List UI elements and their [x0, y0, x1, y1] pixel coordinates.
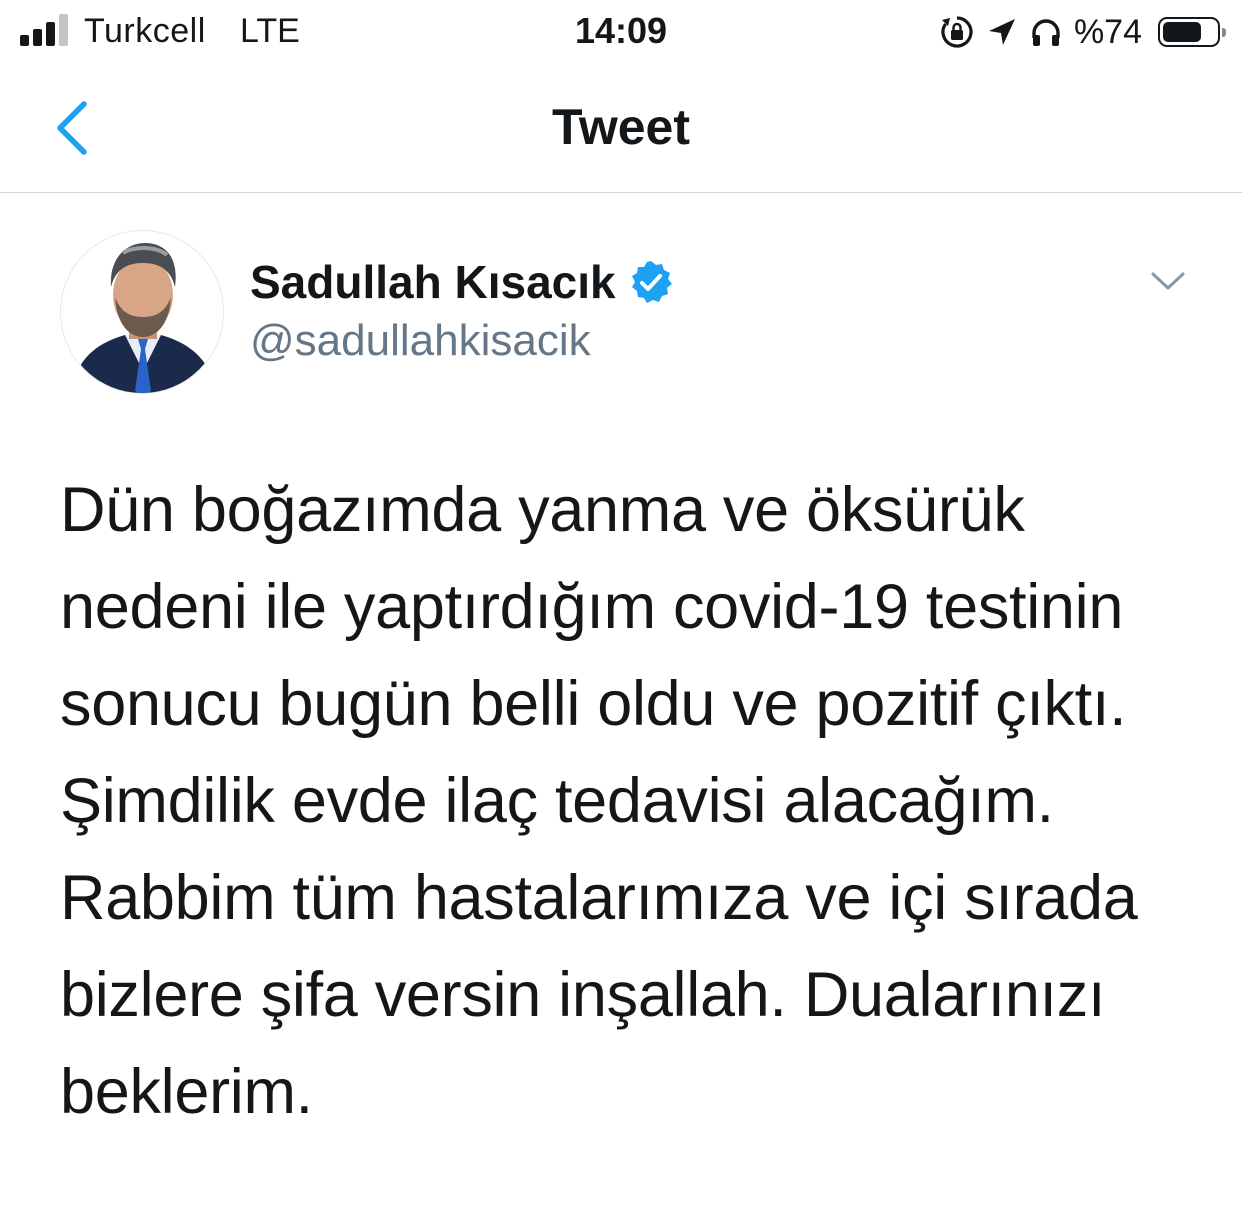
- avatar[interactable]: [60, 230, 224, 394]
- navigation-bar: Tweet: [0, 64, 1242, 193]
- tweet-text-line: Dün boğazımda yanma ve öksürük: [60, 475, 1025, 545]
- profile-photo: [61, 231, 223, 393]
- author-display-name[interactable]: Sadullah Kısacık: [250, 255, 616, 309]
- author-handle[interactable]: @sadullahkisacik: [250, 316, 591, 366]
- screen-rotation-lock-icon: [941, 16, 973, 48]
- author-name-row[interactable]: Sadullah Kısacık: [250, 254, 674, 310]
- tweet-text-line: beklerim.: [60, 1057, 313, 1127]
- more-options-button[interactable]: [1148, 266, 1188, 296]
- status-bar: Turkcell LTE 14:09 %74: [0, 0, 1242, 64]
- status-indicators: %74: [940, 10, 1226, 54]
- chevron-down-icon: [1151, 272, 1185, 290]
- tweet-text-line: nedeni ile yaptırdığım covid-19 testinin: [60, 572, 1124, 642]
- tweet-text-line: Şimdilik evde ilaç tedavisi alacağım.: [60, 766, 1054, 836]
- battery-percentage: %74: [1073, 12, 1142, 51]
- tweet-text: Dün boğazımda yanma ve öksürük nedeni il…: [60, 462, 1200, 1141]
- battery-level-fill: [1163, 22, 1201, 42]
- verified-badge-icon: [631, 261, 672, 303]
- tweet-text-line: Rabbim tüm hastalarımıza ve içi sırada: [60, 863, 1138, 933]
- tweet-text-line: sonucu bugün belli oldu ve pozitif çıktı…: [60, 669, 1127, 739]
- tweet-text-line: bizlere şifa versin inşallah. Dualarınız…: [60, 960, 1106, 1030]
- battery-icon: [1158, 17, 1226, 47]
- headphones-icon: [1032, 19, 1060, 46]
- page-title: Tweet: [552, 99, 690, 155]
- location-arrow-icon: [988, 19, 1015, 45]
